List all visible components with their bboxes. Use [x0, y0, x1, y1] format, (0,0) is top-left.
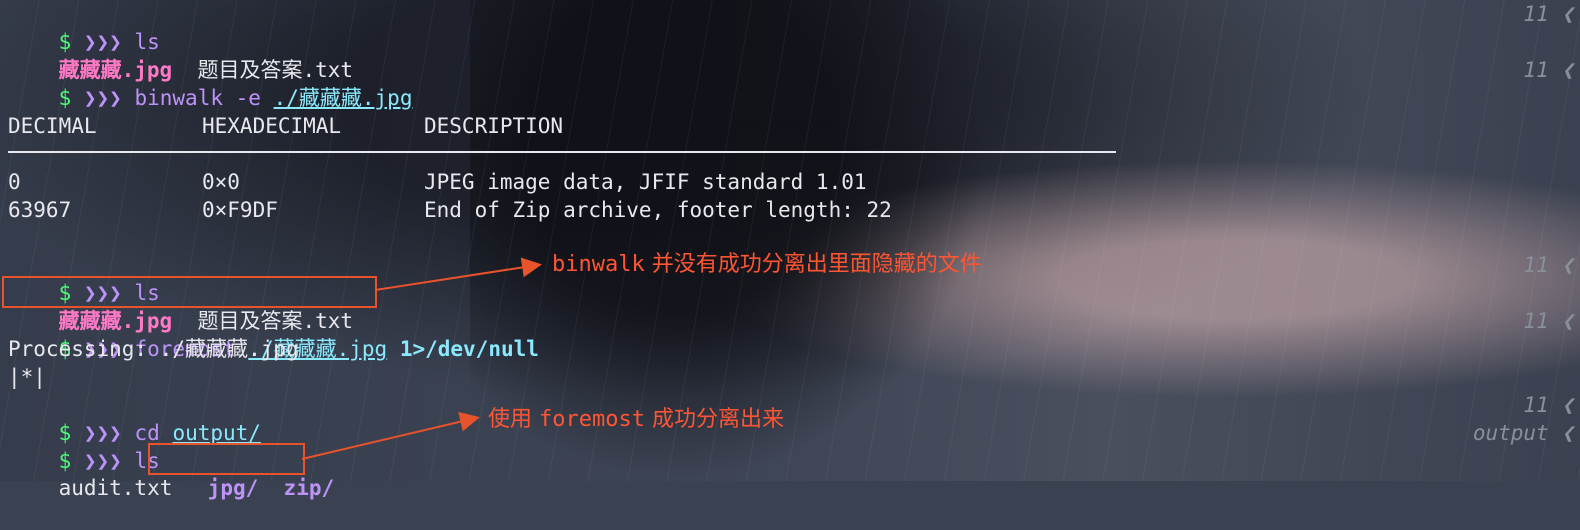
right-prompt-status: 11 ❮: [1523, 309, 1574, 333]
col-decimal: DECIMAL: [8, 114, 97, 138]
table-separator: [8, 151, 1116, 153]
annotation-foremost-prefix: 使用: [488, 407, 533, 432]
annotation-box-output-dirs: [148, 443, 305, 475]
annotation-binwalk-text: 并没有成功分离出里面隐藏的文件: [651, 252, 982, 277]
dir-jpg[interactable]: jpg/: [208, 476, 259, 500]
annotation-foremost-note: 使用 foremost 成功分离出来: [488, 401, 784, 433]
prompt-line-ls-3: $ ❯❯❯ ls: [8, 419, 160, 473]
right-prompt-status: 11 ❮: [1523, 393, 1574, 417]
cell-description: JPEG image data, JFIF standard 1.01: [424, 170, 867, 194]
annotation-binwalk-keyword: binwalk: [552, 252, 645, 277]
prompt-line-ls-1: $ ❯❯❯ ls: [8, 0, 160, 54]
foremost-output: Processing: ./藏藏藏.jpg: [8, 337, 299, 361]
file-audit: audit.txt: [58, 476, 173, 500]
terminal-window[interactable]: $ ❯❯❯ ls 11 ❮ 藏藏藏.jpg 题目及答案.txt $ ❯❯❯ bi…: [0, 0, 1580, 500]
table-row: 63967 0×F9DF End of Zip archive, footer le…: [8, 196, 892, 224]
command-flag: -e: [235, 86, 261, 110]
cell-decimal: 0: [8, 170, 21, 194]
cell-hex: 0×0: [202, 170, 240, 194]
cell-hex: 0×F9DF: [202, 198, 278, 222]
command-binwalk: binwalk: [134, 86, 223, 110]
prompt-dollar: $: [58, 86, 72, 110]
dir-zip[interactable]: zip/: [284, 476, 335, 500]
prompt-line-cd: $ ❯❯❯ cd output/: [8, 391, 261, 445]
cell-description: End of Zip archive, footer length: 22: [424, 198, 892, 222]
foremost-progress: |*|: [8, 365, 46, 389]
prompt-arrows: ❯❯❯: [83, 86, 122, 110]
prompt-line-ls-2: $ ❯❯❯ ls: [8, 251, 160, 305]
annotation-box-ls-output: [2, 276, 377, 308]
col-description: DESCRIPTION: [424, 114, 564, 138]
path-argument[interactable]: ./藏藏藏.jpg: [274, 86, 413, 110]
annotation-binwalk-note: binwalk 并没有成功分离出里面隐藏的文件: [552, 246, 982, 278]
annotation-foremost-text: 成功分离出来: [651, 407, 784, 432]
right-prompt-status: 11 ❮: [1523, 2, 1574, 26]
right-prompt-status: 11 ❮: [1523, 58, 1574, 82]
table-row: 0 0×0 JPEG image data, JFIF standard 1.01: [8, 168, 867, 196]
redirect-argument: 1>/dev/null: [399, 337, 539, 361]
col-hexadecimal: HEXADECIMAL: [202, 114, 342, 138]
ls-output-1: 藏藏藏.jpg 题目及答案.txt: [8, 28, 353, 82]
binwalk-table-header: DECIMAL HEXADECIMAL DESCRIPTION: [8, 112, 563, 140]
prompt-line-foremost: $ ❯❯❯ foremost ./藏藏藏.jpg 1>/dev/null: [8, 307, 539, 361]
annotation-foremost-keyword: foremost: [539, 407, 645, 432]
arrow-to-binwalk-note: [374, 257, 542, 291]
right-prompt-status: output ❮: [1472, 421, 1574, 445]
cell-decimal: 63967: [8, 198, 72, 222]
prompt-line-binwalk: $ ❯❯❯ binwalk -e ./藏藏藏.jpg: [8, 56, 413, 110]
path-argument[interactable]: output/: [172, 421, 261, 445]
right-prompt-status: 11 ❮: [1523, 253, 1574, 277]
